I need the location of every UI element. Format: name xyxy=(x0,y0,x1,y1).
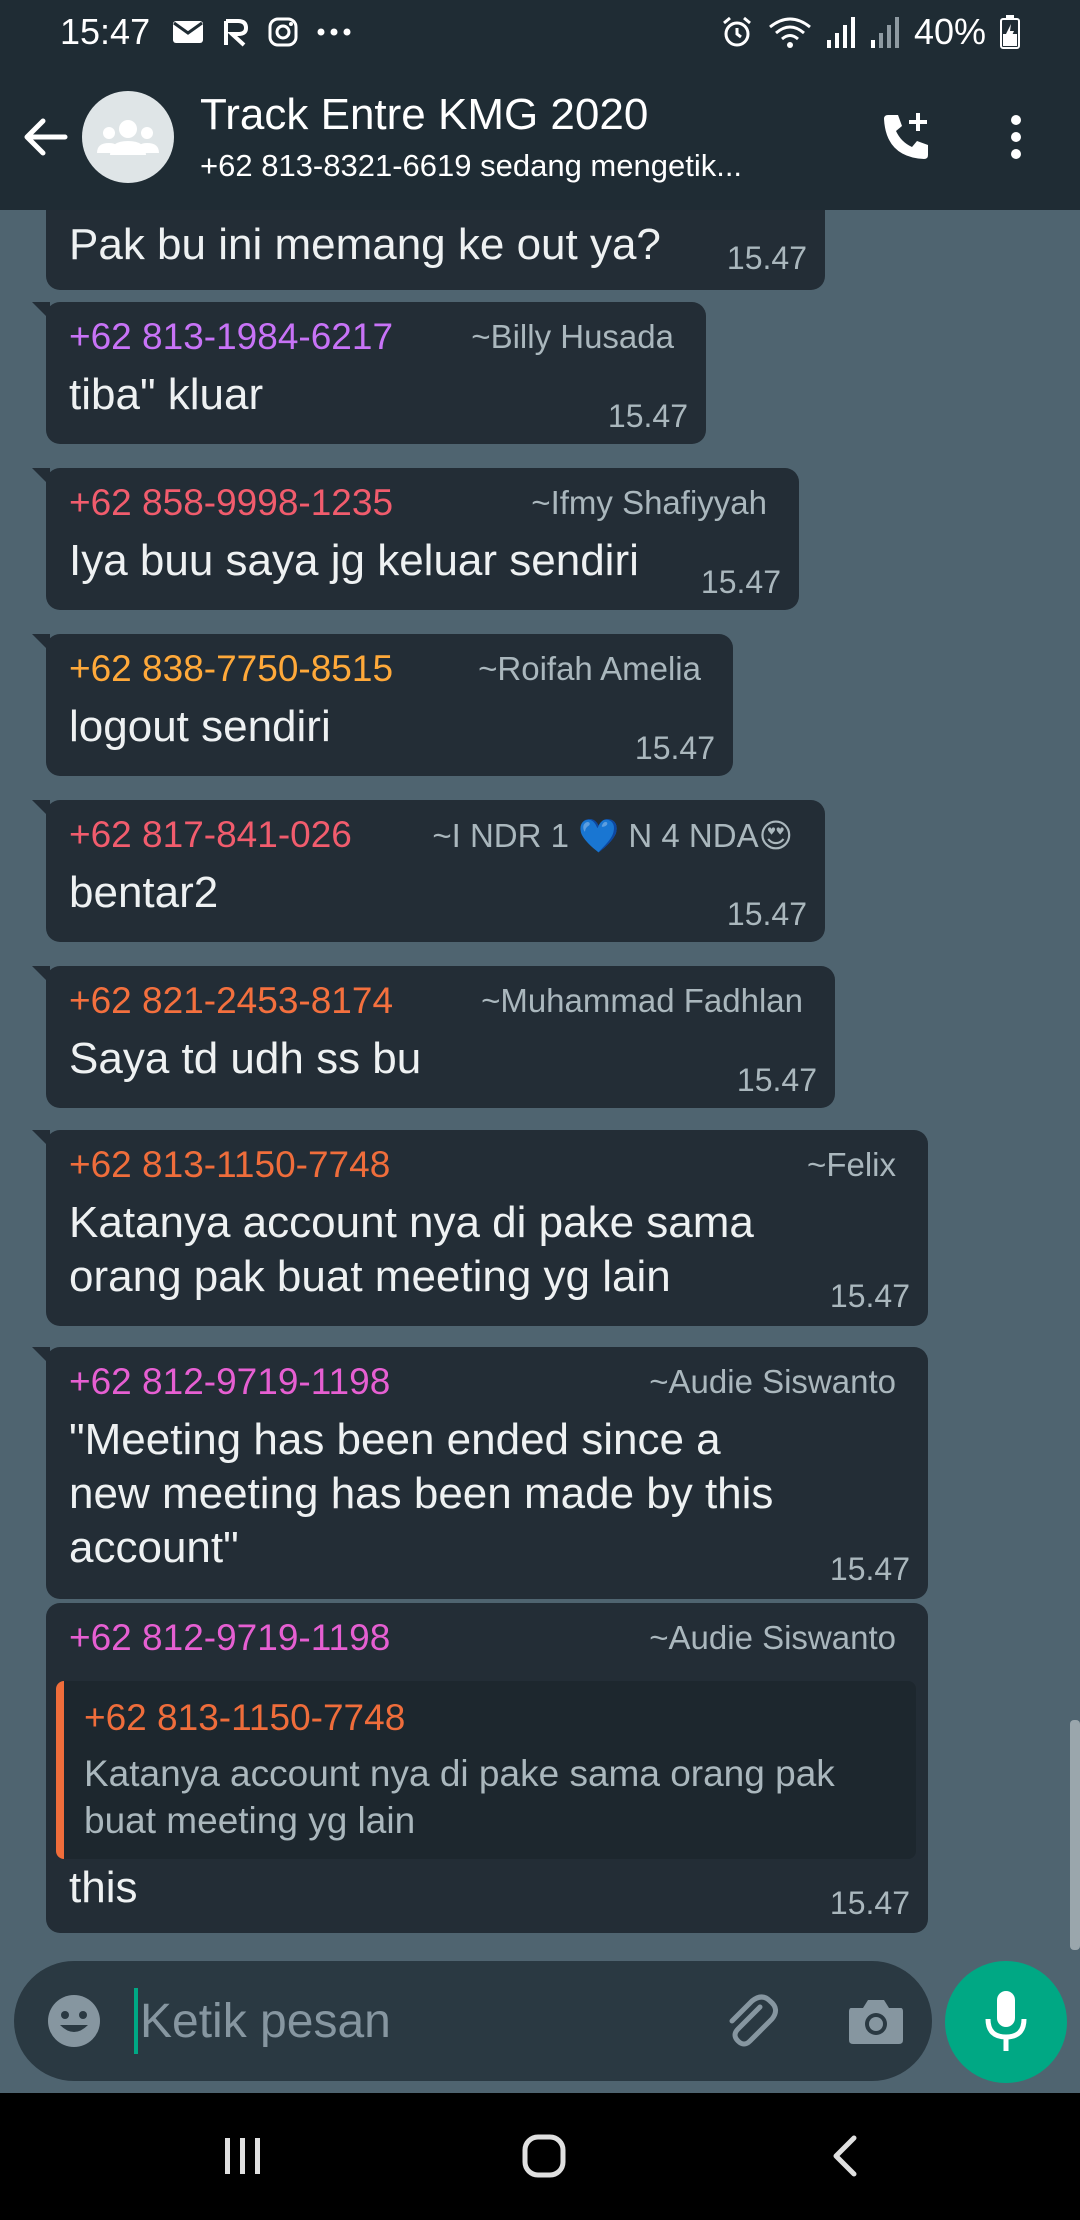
sender-number[interactable]: +62 838-7750-8515 xyxy=(69,648,393,690)
message-time: 15.47 xyxy=(736,1062,817,1098)
quoted-message[interactable]: +62 813-1150-7748 Katanya account nya di… xyxy=(56,1681,916,1859)
alarm-icon xyxy=(720,15,754,49)
sender-alias: ~Felix xyxy=(807,1146,896,1183)
group-title: Track Entre KMG 2020 xyxy=(200,89,649,139)
mail-icon xyxy=(172,19,204,45)
more-dots-icon xyxy=(316,27,352,37)
message-time: 15.47 xyxy=(829,1885,910,1921)
wifi-icon xyxy=(768,15,812,49)
message-text: this xyxy=(69,1863,138,1912)
message-text: Pak bu ini memang ke out ya? xyxy=(69,220,661,269)
bubble-tail xyxy=(32,966,50,984)
bubble-tail xyxy=(32,634,50,652)
message-time: 15.47 xyxy=(829,1278,910,1314)
camera-icon[interactable] xyxy=(840,1985,912,2057)
status-time: 15:47 xyxy=(60,10,151,52)
message-time: 15.47 xyxy=(634,730,715,766)
message-time: 15.47 xyxy=(829,1551,910,1587)
message-text: Saya td udh ss bu xyxy=(69,1034,422,1083)
sender-number[interactable]: +62 812-9719-1198 xyxy=(69,1361,390,1403)
message-composer: Ketik pesan xyxy=(14,1961,932,2081)
recent-apps-icon[interactable] xyxy=(198,2123,288,2189)
message-text-line: orang pak buat meeting yg lain xyxy=(69,1252,671,1301)
message-bubble[interactable]: +62 813-1984-6217 ~Billy Husada tiba" kl… xyxy=(32,302,706,444)
header-texts[interactable]: Track Entre KMG 2020 +62 813-8321-6619 s… xyxy=(200,90,866,184)
message-text: tiba" kluar xyxy=(69,370,264,419)
sender-alias: ~Audie Siswanto xyxy=(649,1363,896,1400)
back-arrow-icon[interactable] xyxy=(10,102,80,172)
status-left-icons xyxy=(172,17,352,47)
message-bubble[interactable]: Pak bu ini memang ke out ya? 15.47 xyxy=(46,210,825,290)
sender-number[interactable]: +62 817-841-026 xyxy=(69,814,352,856)
text-caret xyxy=(134,1988,138,2054)
message-bubble[interactable]: +62 858-9998-1235 ~Ifmy Shafiyyah Iya bu… xyxy=(32,468,799,610)
system-nav-bar xyxy=(0,2093,1080,2220)
signal-icon xyxy=(826,16,856,48)
message-time: 15.47 xyxy=(700,564,781,600)
message-list[interactable]: Pak bu ini memang ke out ya? 15.47 +62 8… xyxy=(0,210,1080,1950)
chat-header: Track Entre KMG 2020 +62 813-8321-6619 s… xyxy=(0,63,1080,210)
bubble-tail xyxy=(32,800,50,818)
status-bar: 15:47 40% xyxy=(0,0,1080,63)
sender-number[interactable]: +62 858-9998-1235 xyxy=(69,482,393,524)
bubble-tail xyxy=(32,1347,50,1365)
quote-text-line: buat meeting yg lain xyxy=(84,1800,416,1841)
typing-status: +62 813-8321-6619 sedang mengetik... xyxy=(200,147,743,183)
message-input[interactable]: Ketik pesan xyxy=(140,1994,391,2049)
message-text: logout sendiri xyxy=(69,702,331,751)
message-bubble[interactable]: +62 817-841-026 ~I NDR 1 💙 N 4 NDA😍 bent… xyxy=(32,800,825,942)
quote-sender: +62 813-1150-7748 xyxy=(84,1697,406,1738)
message-text-line: Katanya account nya di pake sama xyxy=(69,1198,754,1247)
message-text-line: new meeting has been made by this xyxy=(69,1469,774,1518)
quote-text-line: Katanya account nya di pake sama orang p… xyxy=(84,1753,835,1794)
message-bubble[interactable]: +62 813-1150-7748 ~Felix Katanya account… xyxy=(32,1130,928,1326)
instagram-icon xyxy=(268,17,298,47)
scrollbar[interactable] xyxy=(1070,1720,1080,1950)
status-right-icons: 40% xyxy=(720,11,1020,53)
sender-alias: ~Audie Siswanto xyxy=(649,1619,896,1656)
emoji-icon[interactable] xyxy=(42,1989,106,2053)
message-bubble[interactable]: +62 821-2453-8174 ~Muhammad Fadhlan Saya… xyxy=(32,966,835,1108)
sender-number[interactable]: +62 813-1984-6217 xyxy=(69,316,393,358)
message-text: Iya buu saya jg keluar sendiri xyxy=(69,536,639,585)
sender-alias: ~Ifmy Shafiyyah xyxy=(531,484,767,521)
sender-number[interactable]: +62 821-2453-8174 xyxy=(69,980,393,1022)
app-icon xyxy=(222,17,250,47)
message-bubble[interactable]: +62 838-7750-8515 ~Roifah Amelia logout … xyxy=(32,634,733,776)
message-bubble[interactable]: +62 812-9719-1198 ~Audie Siswanto +62 81… xyxy=(46,1603,928,1933)
sender-alias: ~Roifah Amelia xyxy=(478,650,701,687)
bubble-tail xyxy=(32,1130,50,1148)
battery-percent: 40% xyxy=(913,10,986,52)
quote-bar xyxy=(56,1681,64,1859)
bubble-tail xyxy=(32,302,50,320)
mic-icon[interactable] xyxy=(945,1961,1067,2083)
attach-icon[interactable] xyxy=(714,1985,786,2057)
back-icon[interactable] xyxy=(800,2123,890,2189)
add-call-icon[interactable] xyxy=(866,97,946,177)
home-icon[interactable] xyxy=(499,2123,589,2189)
message-text-line: "Meeting has been ended since a xyxy=(69,1415,721,1464)
sender-number[interactable]: +62 813-1150-7748 xyxy=(69,1144,390,1186)
sender-alias: ~Muhammad Fadhlan xyxy=(481,982,803,1019)
sender-number[interactable]: +62 812-9719-1198 xyxy=(69,1617,390,1659)
message-text-line: account" xyxy=(69,1523,239,1572)
message-time: 15.47 xyxy=(607,398,688,434)
message-text: bentar2 xyxy=(69,868,219,917)
group-avatar-icon[interactable] xyxy=(82,90,174,183)
bubble-tail xyxy=(32,468,50,486)
message-time: 15.47 xyxy=(726,896,807,932)
message-time: 15.47 xyxy=(726,240,807,276)
battery-icon xyxy=(1000,14,1020,49)
more-vertical-icon[interactable] xyxy=(976,97,1056,177)
sender-alias: ~I NDR 1 💙 N 4 NDA😍 xyxy=(432,817,793,854)
message-bubble[interactable]: +62 812-9719-1198 ~Audie Siswanto "Meeti… xyxy=(32,1347,928,1599)
signal-icon xyxy=(870,16,900,48)
sender-alias: ~Billy Husada xyxy=(471,318,674,355)
